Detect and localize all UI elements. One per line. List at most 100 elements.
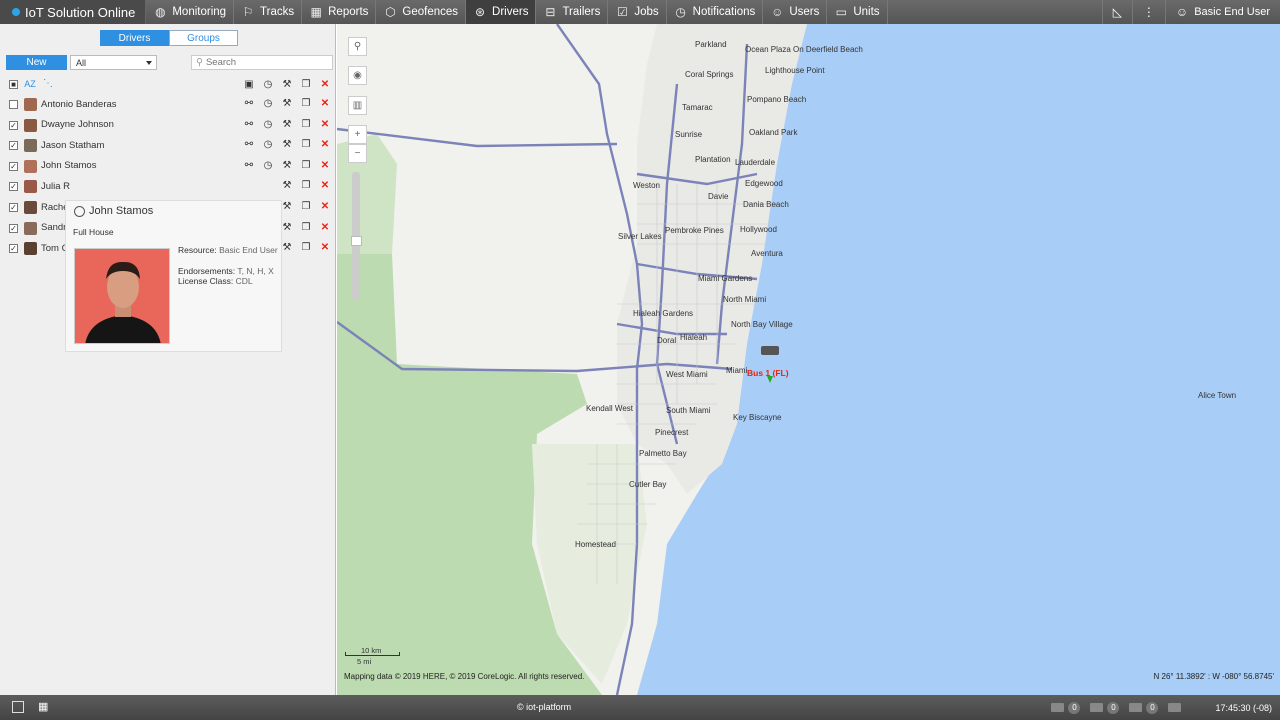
zoom-slider-handle[interactable] [351, 236, 362, 246]
copy-icon[interactable]: ❐ [300, 119, 312, 131]
wrench-icon[interactable]: ⚒ [281, 98, 293, 110]
panel-toggle-icon[interactable] [12, 701, 24, 713]
search-input[interactable] [205, 57, 326, 68]
driver-tooltip: John Stamos Full House Resource: Basic E… [65, 200, 282, 352]
select-all-checkbox[interactable]: ■ [9, 80, 18, 89]
link-icon[interactable]: ⚯ [243, 119, 255, 131]
avatar [24, 118, 37, 132]
delete-icon[interactable]: ✕ [319, 180, 331, 192]
map-search-icon[interactable]: ⚲ [348, 37, 367, 56]
map-copyright: Mapping data © 2019 HERE, © 2019 CoreLog… [344, 672, 585, 681]
counter-events[interactable]: 0 [1090, 701, 1120, 714]
nav-geofences[interactable]: ⬡ Geofences [376, 0, 467, 24]
bus-icon[interactable]: ▣ [243, 79, 255, 91]
link-icon[interactable]: ⚯ [243, 160, 255, 172]
driver-checkbox[interactable]: ✓ [9, 161, 18, 171]
grid-icon[interactable]: ▦ [38, 701, 50, 713]
driver-row[interactable]: ✓ Julia R ⚒ ❐ ✕ [0, 176, 336, 196]
sound-icon[interactable] [1168, 703, 1185, 712]
nav-jobs[interactable]: ☑ Jobs [608, 0, 667, 24]
driver-row[interactable]: ✓ Jason Statham ⚯ ◷ ⚒ ❐ ✕ [0, 135, 336, 155]
nav-tracks[interactable]: ⚐ Tracks [234, 0, 303, 24]
wrench-icon[interactable]: ⚒ [281, 79, 293, 91]
wrench-icon[interactable]: ⚒ [281, 201, 293, 213]
user-menu[interactable]: ☺ Basic End User [1164, 0, 1280, 24]
driver-checkbox[interactable] [9, 100, 18, 109]
wrench-icon[interactable]: ⚒ [281, 242, 293, 254]
delete-icon[interactable]: ✕ [319, 201, 331, 213]
driver-row[interactable]: Antonio Banderas ⚯ ◷ ⚒ ❐ ✕ [0, 94, 336, 114]
place-label: Hollywood [740, 225, 777, 234]
driver-checkbox[interactable]: ✓ [9, 182, 18, 192]
delete-icon[interactable]: ✕ [319, 160, 331, 172]
delete-icon[interactable]: ✕ [319, 139, 331, 151]
nav-label: Geofences [402, 6, 459, 18]
clock-icon[interactable]: ◷ [262, 139, 274, 151]
nav-monitoring[interactable]: ◍ Monitoring [146, 0, 235, 24]
copy-icon[interactable]: ❐ [300, 98, 312, 110]
search-box[interactable]: ⚲ [191, 55, 333, 70]
delete-icon[interactable]: ✕ [319, 119, 331, 131]
alarm-clock-icon: ◷ [675, 5, 686, 19]
wrench-icon[interactable]: ⚒ [281, 119, 293, 131]
zoom-in-button[interactable]: + [348, 125, 367, 144]
counter-messages[interactable]: 0 [1051, 701, 1081, 714]
nav-units[interactable]: ▭ Units [827, 0, 888, 24]
eye-icon[interactable]: ◉ [348, 66, 367, 85]
driver-checkbox[interactable]: ✓ [9, 223, 18, 233]
copy-icon[interactable]: ❐ [300, 180, 312, 192]
wrench-icon[interactable]: ⚒ [281, 139, 293, 151]
copy-icon[interactable]: ❐ [300, 160, 312, 172]
copy-icon[interactable]: ❐ [300, 201, 312, 213]
wrench-icon[interactable]: ⚒ [281, 180, 293, 192]
sort-az-icon[interactable]: AZ [24, 78, 36, 90]
zoom-out-button[interactable]: − [348, 144, 367, 163]
link-icon[interactable]: ⚯ [243, 98, 255, 110]
logo-icon [12, 8, 20, 16]
counter-units[interactable]: 0 [1129, 701, 1159, 714]
driver-checkbox[interactable]: ✓ [9, 203, 18, 212]
ruler-icon[interactable]: ◺ [1101, 0, 1132, 24]
nav-notifications[interactable]: ◷ Notifications [667, 0, 764, 24]
delete-icon[interactable]: ✕ [319, 79, 331, 91]
clock-icon[interactable]: ◷ [262, 98, 274, 110]
nav-drivers[interactable]: ⊛ Drivers [466, 0, 537, 24]
wrench-icon[interactable]: ⚒ [281, 160, 293, 172]
nav-reports[interactable]: ▦ Reports [302, 0, 377, 24]
filter-select[interactable]: All [70, 55, 157, 70]
clock-icon[interactable]: ◷ [262, 79, 274, 91]
driver-checkbox[interactable]: ✓ [9, 244, 18, 254]
place-label: Lauderdale [735, 158, 776, 167]
delete-icon[interactable]: ✕ [319, 222, 331, 234]
tab-drivers[interactable]: Drivers [100, 30, 169, 46]
delete-icon[interactable]: ✕ [319, 242, 331, 254]
clock-icon[interactable]: ◷ [262, 160, 274, 172]
nav-trailers[interactable]: ⊟ Trailers [536, 0, 609, 24]
driver-checkbox[interactable]: ✓ [9, 120, 18, 130]
license-value: CDL [235, 276, 253, 286]
map-layers-icon[interactable]: ▥ [348, 96, 367, 115]
driver-row[interactable]: ✓ Dwayne Johnson ⚯ ◷ ⚒ ❐ ✕ [0, 115, 336, 135]
copy-icon[interactable]: ❐ [300, 222, 312, 234]
copy-icon[interactable]: ❐ [300, 242, 312, 254]
copy-icon[interactable]: ❐ [300, 79, 312, 91]
driver-checkbox[interactable]: ✓ [9, 141, 18, 151]
new-driver-button[interactable]: New [6, 55, 67, 70]
place-label: Palmetto Bay [639, 449, 687, 458]
avatar [24, 98, 37, 111]
map-view[interactable]: ⚲ ◉ ▥ + − Parkland Ocean Plaza On Deerfie… [337, 24, 1280, 695]
clock-icon[interactable]: ◷ [262, 119, 274, 131]
app-logo[interactable]: IoT Solution Online [0, 0, 147, 24]
delete-icon[interactable]: ✕ [319, 98, 331, 110]
more-menu-icon[interactable]: ⋮ [1131, 0, 1165, 24]
copy-icon[interactable]: ❐ [300, 139, 312, 151]
place-label: Silver Lakes [618, 232, 662, 241]
driver-row[interactable]: ✓ John Stamos ⚯ ◷ ⚒ ❐ ✕ [0, 156, 336, 176]
place-label: Miami [726, 366, 748, 375]
hierarchy-icon[interactable]: ⋱ [42, 78, 54, 90]
nav-users[interactable]: ☺ Users [763, 0, 828, 24]
wrench-icon[interactable]: ⚒ [281, 222, 293, 234]
place-label: Pinecrest [655, 428, 689, 437]
link-icon[interactable]: ⚯ [243, 139, 255, 151]
tab-groups[interactable]: Groups [169, 30, 238, 46]
